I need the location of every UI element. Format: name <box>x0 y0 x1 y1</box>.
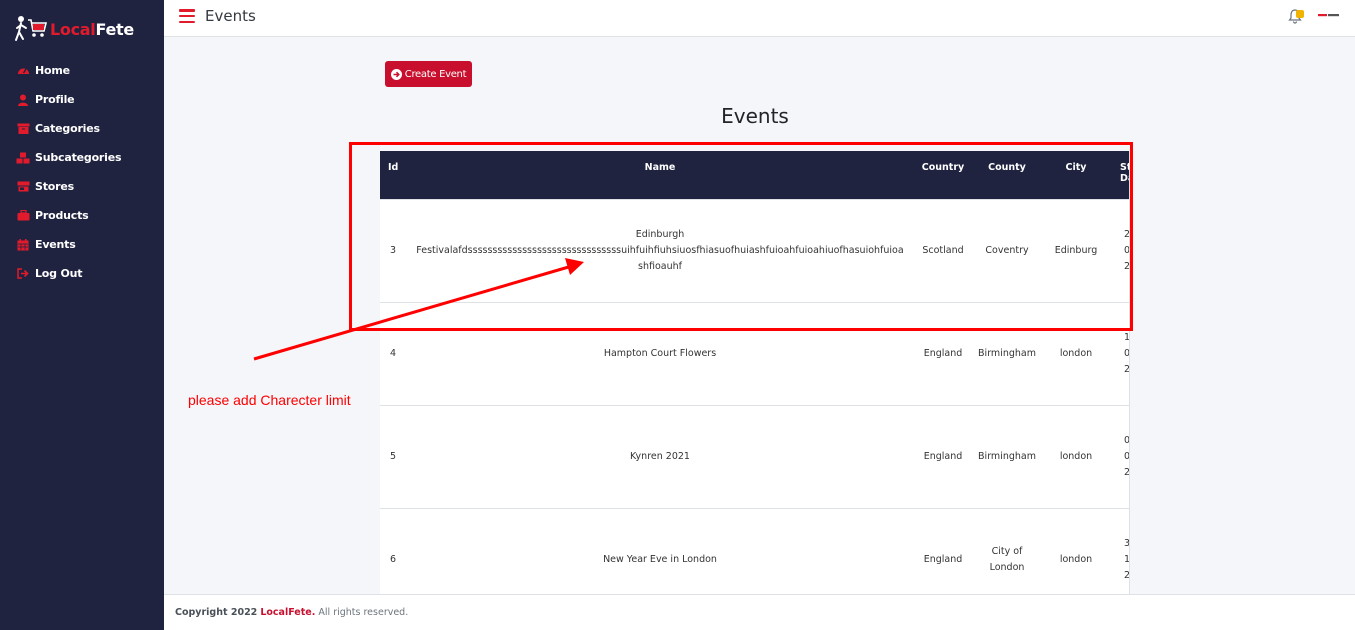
topbar: Events <box>164 0 1355 37</box>
date-line: 20 <box>1124 569 1130 581</box>
column-header-start-date[interactable]: Start Date <box>1112 151 1129 199</box>
create-event-button[interactable]: Create Event <box>385 61 472 87</box>
date-line: 07 <box>1124 434 1130 446</box>
sidebar-item-subcategories[interactable]: Subcategories <box>0 143 164 172</box>
cell-city: london <box>1040 404 1112 508</box>
notification-badge <box>1296 10 1304 18</box>
cell-start-date: 18 08 20 <box>1112 301 1130 405</box>
cell-id: 5 <box>380 404 408 508</box>
cell-name: Hampton Court Flowers <box>408 301 912 405</box>
annotation-note: please add Charecter limit <box>188 392 351 408</box>
cell-county: Birmingham <box>974 301 1040 405</box>
sidebar-item-label: Home <box>35 64 70 77</box>
column-header-id[interactable]: Id <box>380 151 408 199</box>
table-header-row: Id Name Country County City Start Date <box>380 151 1129 199</box>
sidebar-item-profile[interactable]: Profile <box>0 85 164 114</box>
table-row[interactable]: 6 New Year Eve in London England City of… <box>380 507 1130 594</box>
footer-rights: All rights reserved. <box>318 607 409 618</box>
arrow-circle-right-icon <box>390 68 402 80</box>
sidebar-item-logout[interactable]: Log Out <box>0 259 164 288</box>
tachometer-icon <box>16 64 30 78</box>
table-row[interactable]: 3 Edinburgh Festivalafdsssssssssssssssss… <box>380 198 1130 302</box>
cell-name: Edinburgh Festivalafdsssssssssssssssssss… <box>408 198 912 302</box>
events-table: Id Name Country County City Start Date 3… <box>380 151 1130 594</box>
date-line: 20 <box>1124 466 1130 478</box>
sign-out-icon <box>16 267 30 281</box>
sidebar-item-stores[interactable]: Stores <box>0 172 164 201</box>
cell-city: london <box>1040 507 1112 594</box>
menu-toggle-icon[interactable] <box>179 9 195 24</box>
brand-name: LocalFete <box>50 20 134 39</box>
cell-city: london <box>1040 301 1112 405</box>
brand-fete-text: Fete <box>95 19 134 39</box>
footer: Copyright 2022 LocalFete. All rights res… <box>164 594 1355 630</box>
cell-country: England <box>912 301 974 405</box>
sidebar-item-label: Subcategories <box>35 151 122 164</box>
date-line: 08 <box>1124 347 1130 359</box>
cell-id: 3 <box>380 198 408 302</box>
briefcase-icon <box>16 209 30 223</box>
cubes-icon <box>16 151 30 165</box>
cell-start-date: 07 09 20 <box>1112 404 1130 508</box>
date-line: 08 <box>1124 244 1130 256</box>
cell-country: England <box>912 507 974 594</box>
date-line: 20 <box>1124 228 1130 240</box>
cell-county: Birmingham <box>974 404 1040 508</box>
cell-country: Scotland <box>912 198 974 302</box>
table-row[interactable]: 5 Kynren 2021 England Birmingham london … <box>380 404 1130 508</box>
cell-name-line: Festivalafdsssssssssssssssssssssssssssss… <box>416 244 904 272</box>
brand-figure-icon <box>15 16 48 41</box>
calendar-icon <box>16 238 30 252</box>
sidebar-item-home[interactable]: Home <box>0 56 164 85</box>
archive-icon <box>16 122 30 136</box>
brand-local-text: Local <box>50 19 96 39</box>
sidebar-item-label: Products <box>35 209 89 222</box>
column-header-country[interactable]: Country <box>912 151 974 199</box>
column-header-county[interactable]: County <box>974 151 1040 199</box>
brand-logo[interactable]: LocalFete <box>14 14 134 44</box>
sidebar-item-label: Log Out <box>35 267 83 280</box>
cell-name: New Year Eve in London <box>408 507 912 594</box>
sidebar-item-label: Profile <box>35 93 75 106</box>
column-header-name[interactable]: Name <box>408 151 912 199</box>
cell-start-date: 20 08 20 <box>1112 198 1130 302</box>
store-icon <box>16 180 30 194</box>
cell-name: Kynren 2021 <box>408 404 912 508</box>
county-line: London <box>989 561 1025 573</box>
cell-id: 6 <box>380 507 408 594</box>
cell-city: Edinburg <box>1040 198 1112 302</box>
date-line: 18 <box>1124 331 1130 343</box>
cell-id: 4 <box>380 301 408 405</box>
sidebar-item-label: Events <box>35 238 76 251</box>
sidebar-item-label: Categories <box>35 122 100 135</box>
sidebar-nav: Home Profile Categories Subcategories St… <box>0 56 164 288</box>
county-line: City of <box>991 545 1023 557</box>
user-icon <box>16 93 30 107</box>
footer-brand-link[interactable]: LocalFete. <box>260 607 315 618</box>
create-event-label: Create Event <box>404 68 467 80</box>
events-heading: Events <box>721 104 789 128</box>
cell-start-date: 31 12 20 <box>1112 507 1130 594</box>
sidebar-item-events[interactable]: Events <box>0 230 164 259</box>
cell-name-line: Edinburgh <box>635 228 685 240</box>
sidebar-item-label: Stores <box>35 180 74 193</box>
page-title: Events <box>205 7 256 25</box>
date-line: 20 <box>1124 363 1130 375</box>
date-line: 09 <box>1124 450 1130 462</box>
sidebar: LocalFete Home Profile Categories Subcat… <box>0 0 164 630</box>
cell-county: Coventry <box>974 198 1040 302</box>
column-header-city[interactable]: City <box>1040 151 1112 199</box>
table-row[interactable]: 4 Hampton Court Flowers England Birmingh… <box>380 301 1130 405</box>
date-line: 31 <box>1124 537 1130 549</box>
user-logo-icon[interactable] <box>1318 12 1340 18</box>
cell-country: England <box>912 404 974 508</box>
footer-copyright: Copyright 2022 <box>175 607 258 618</box>
sidebar-item-categories[interactable]: Categories <box>0 114 164 143</box>
cell-county: City of London <box>974 507 1040 594</box>
sidebar-item-products[interactable]: Products <box>0 201 164 230</box>
events-table-container[interactable]: Id Name Country County City Start Date 3… <box>380 151 1130 594</box>
date-line: 12 <box>1124 553 1130 565</box>
date-line: 20 <box>1124 260 1130 272</box>
